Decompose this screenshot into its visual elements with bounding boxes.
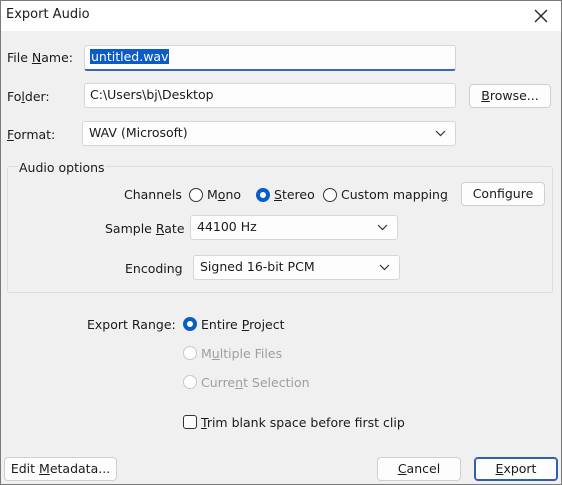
edit-meta-pre: Edit <box>10 461 40 476</box>
encoding-select[interactable]: Signed 16-bit PCM <box>193 255 400 280</box>
cancel-post: ancel <box>406 461 441 476</box>
entire-pre: Entire <box>201 317 242 332</box>
current-selection-radio <box>183 375 197 389</box>
entire-project-label[interactable]: Entire Project <box>201 317 285 332</box>
folder-label-post: der: <box>24 89 50 104</box>
close-button[interactable] <box>521 1 561 31</box>
configure-button[interactable]: Configure <box>461 182 545 206</box>
file-name-label-pre: File <box>7 50 32 65</box>
current-selection-label: Current Selection <box>201 375 310 390</box>
edit-metadata-button[interactable]: Edit Metadata... <box>4 457 117 481</box>
edit-meta-post: etadata... <box>49 461 111 476</box>
export-post: xport <box>503 461 537 476</box>
encoding-label: Encoding <box>125 261 183 276</box>
sample-rate-select[interactable]: 44100 Hz <box>190 215 398 240</box>
current-pre: Curre <box>201 375 236 390</box>
mono-pre: M <box>207 187 218 202</box>
entire-accel: P <box>241 317 250 332</box>
multiple-pre: M <box>201 346 212 361</box>
channel-custom-label[interactable]: Custom mapping <box>341 187 448 202</box>
current-accel: n <box>235 375 244 390</box>
chevron-down-icon <box>377 224 388 231</box>
encoding-value: Signed 16-bit PCM <box>200 259 315 274</box>
channel-stereo-radio[interactable] <box>256 188 270 202</box>
folder-label-pre: Fo <box>7 89 22 104</box>
browse-accel: B <box>481 88 490 103</box>
file-name-value: untitled.wav <box>90 49 170 64</box>
export-audio-dialog: Export Audio File Name: untitled.wav Fol… <box>0 0 562 485</box>
entire-project-radio[interactable] <box>183 317 197 331</box>
channel-custom-radio[interactable] <box>323 188 337 202</box>
cancel-accel: C <box>397 461 407 476</box>
audio-options-title: Audio options <box>18 160 106 175</box>
close-icon <box>534 9 548 23</box>
format-value: WAV (Microsoft) <box>89 125 188 140</box>
sample-rate-label: Sample Rate <box>105 221 185 236</box>
sample-rate-value: 44100 Hz <box>197 219 257 234</box>
sample-rate-post: ate <box>164 221 185 236</box>
sample-rate-accel: R <box>155 221 165 236</box>
multiple-files-radio <box>183 346 197 360</box>
trim-blank-label[interactable]: Trim blank space before first clip <box>201 415 405 430</box>
format-select[interactable]: WAV (Microsoft) <box>82 121 456 146</box>
multiple-post: ltiple Files <box>219 346 283 361</box>
export-button[interactable]: Export <box>474 457 558 481</box>
file-name-input[interactable]: untitled.wav <box>84 45 456 71</box>
chevron-down-icon <box>379 264 390 271</box>
file-name-label-post: ame: <box>41 50 73 65</box>
trim-post: rim blank space before first clip <box>206 415 405 430</box>
channel-mono-label[interactable]: Mono <box>207 187 241 202</box>
custom-accel: g <box>439 187 448 202</box>
channel-stereo-label[interactable]: Stereo <box>274 187 315 202</box>
edit-meta-accel: M <box>39 461 50 476</box>
folder-value: C:\Users\bj\Desktop <box>90 87 214 102</box>
folder-input[interactable]: C:\Users\bj\Desktop <box>84 83 456 108</box>
cancel-button[interactable]: Cancel <box>377 457 461 481</box>
channel-mono-radio[interactable] <box>189 188 203 202</box>
format-label-accel: F <box>7 127 14 142</box>
file-name-label-accel: N <box>31 50 42 65</box>
custom-pre: Custom mappin <box>341 187 440 202</box>
file-name-label: File Name: <box>7 50 73 65</box>
format-label-post: ormat: <box>13 127 56 142</box>
trim-blank-checkbox[interactable] <box>183 415 197 429</box>
multiple-files-label: Multiple Files <box>201 346 282 361</box>
stereo-post: tereo <box>281 187 315 202</box>
entire-post: roject <box>249 317 285 332</box>
folder-label: Folder: <box>7 89 50 104</box>
window-title: Export Audio <box>6 7 90 22</box>
browse-label: rowse... <box>489 88 539 103</box>
current-post: t Selection <box>243 375 310 390</box>
title-bar: Export Audio <box>1 1 561 31</box>
chevron-down-icon <box>435 130 446 137</box>
channels-label: Channels <box>124 187 182 202</box>
sample-rate-pre: Sample <box>105 221 156 236</box>
stereo-accel: S <box>274 187 282 202</box>
export-range-label: Export Range: <box>87 317 176 332</box>
mono-post: no <box>225 187 242 202</box>
browse-button[interactable]: Browse... <box>469 84 551 108</box>
format-label: Format: <box>7 127 55 142</box>
multiple-accel: u <box>211 346 220 361</box>
